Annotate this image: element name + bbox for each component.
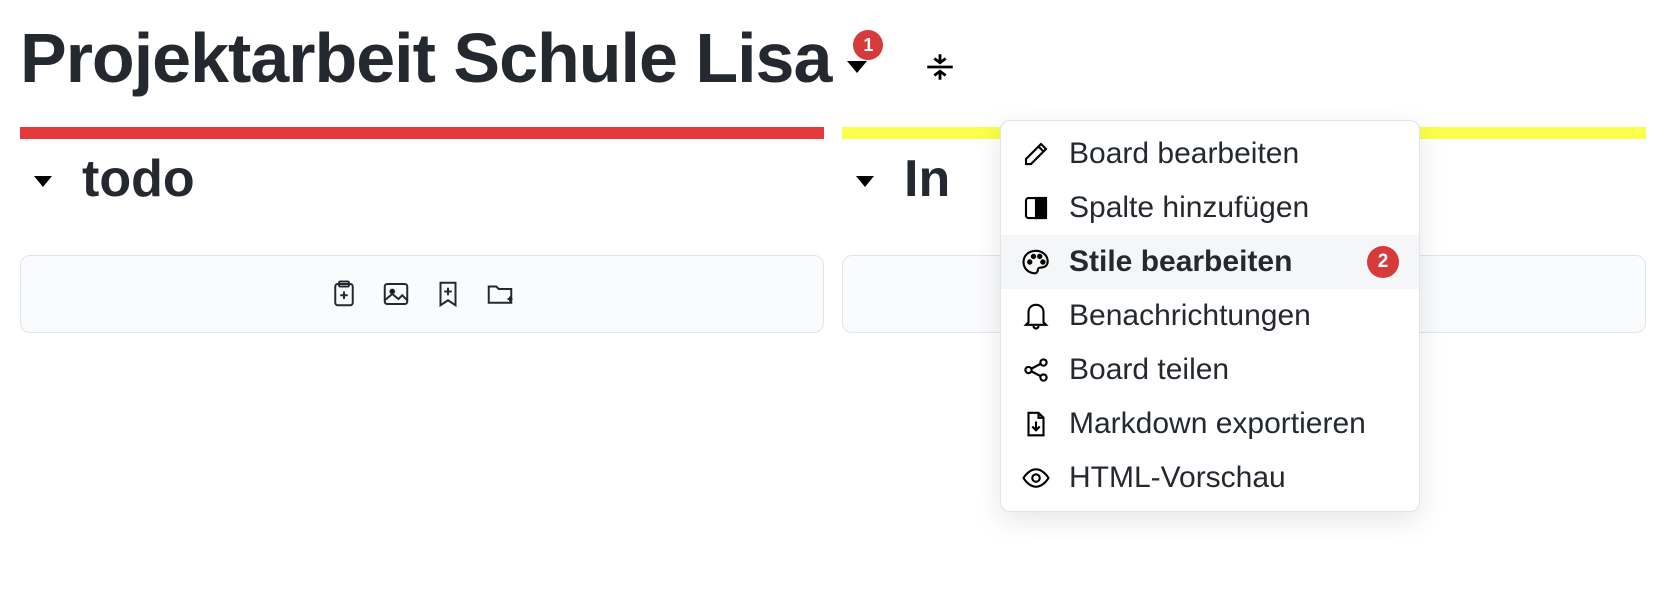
menu-item-notifications[interactable]: Benachrichtungen [1001, 289, 1419, 343]
menu-item-label: HTML-Vorschau [1069, 461, 1286, 495]
menu-item-share-board[interactable]: Board teilen [1001, 343, 1419, 397]
menu-item-label: Spalte hinzufügen [1069, 191, 1309, 225]
menu-item-add-column[interactable]: Spalte hinzufügen [1001, 181, 1419, 235]
menu-item-label: Stile bearbeiten [1069, 245, 1292, 279]
chevron-down-icon[interactable] [34, 176, 52, 187]
eye-icon [1021, 463, 1051, 493]
board-menu-badge: 1 [853, 30, 883, 60]
image-icon [381, 279, 411, 309]
chevron-down-icon [847, 61, 867, 73]
column-todo: todo [20, 127, 824, 333]
collapse-vertical-icon [923, 50, 957, 84]
menu-item-label: Benachrichtungen [1069, 299, 1311, 333]
menu-item-html-preview[interactable]: HTML-Vorschau [1001, 451, 1419, 505]
menu-item-label: Board bearbeiten [1069, 137, 1299, 171]
pencil-icon [1021, 139, 1051, 169]
clipboard-plus-icon [329, 279, 359, 309]
palette-icon [1021, 247, 1051, 277]
menu-item-label: Markdown exportieren [1069, 407, 1366, 441]
menu-item-badge: 2 [1367, 246, 1399, 278]
add-card-placeholder[interactable] [20, 255, 824, 333]
collapse-vertical-button[interactable] [923, 50, 957, 89]
board-header: Projektarbeit Schule Lisa 1 [0, 0, 1666, 97]
file-down-icon [1021, 409, 1051, 439]
column-color-bar [20, 127, 824, 139]
column-title: todo [82, 149, 195, 209]
chevron-down-icon[interactable] [856, 176, 874, 187]
menu-item-edit-board[interactable]: Board bearbeiten [1001, 127, 1419, 181]
menu-item-label: Board teilen [1069, 353, 1229, 387]
board-menu-trigger[interactable]: 1 [847, 58, 867, 76]
share-icon [1021, 355, 1051, 385]
board-dropdown-menu: Board bearbeiten Spalte hinzufügen Stile… [1000, 120, 1420, 512]
column-title: In [904, 149, 950, 209]
bookmark-plus-icon [433, 279, 463, 309]
menu-item-edit-styles[interactable]: Stile bearbeiten 2 [1001, 235, 1419, 289]
column-header: todo [20, 139, 824, 219]
board-title: Projektarbeit Schule Lisa [20, 20, 831, 97]
column-icon [1021, 193, 1051, 223]
bell-icon [1021, 301, 1051, 331]
menu-item-export-markdown[interactable]: Markdown exportieren [1001, 397, 1419, 451]
folder-plus-icon [485, 279, 515, 309]
